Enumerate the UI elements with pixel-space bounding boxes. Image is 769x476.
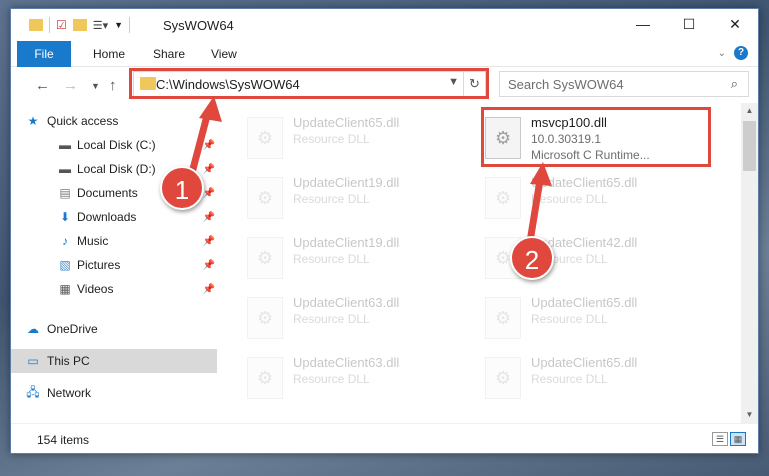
step-1-badge: 1: [160, 166, 204, 210]
annotation-arrows: [184, 96, 552, 255]
arrow-1-head: [199, 96, 222, 122]
arrow-2-head: [530, 162, 552, 186]
step-2-badge: 2: [510, 236, 554, 280]
